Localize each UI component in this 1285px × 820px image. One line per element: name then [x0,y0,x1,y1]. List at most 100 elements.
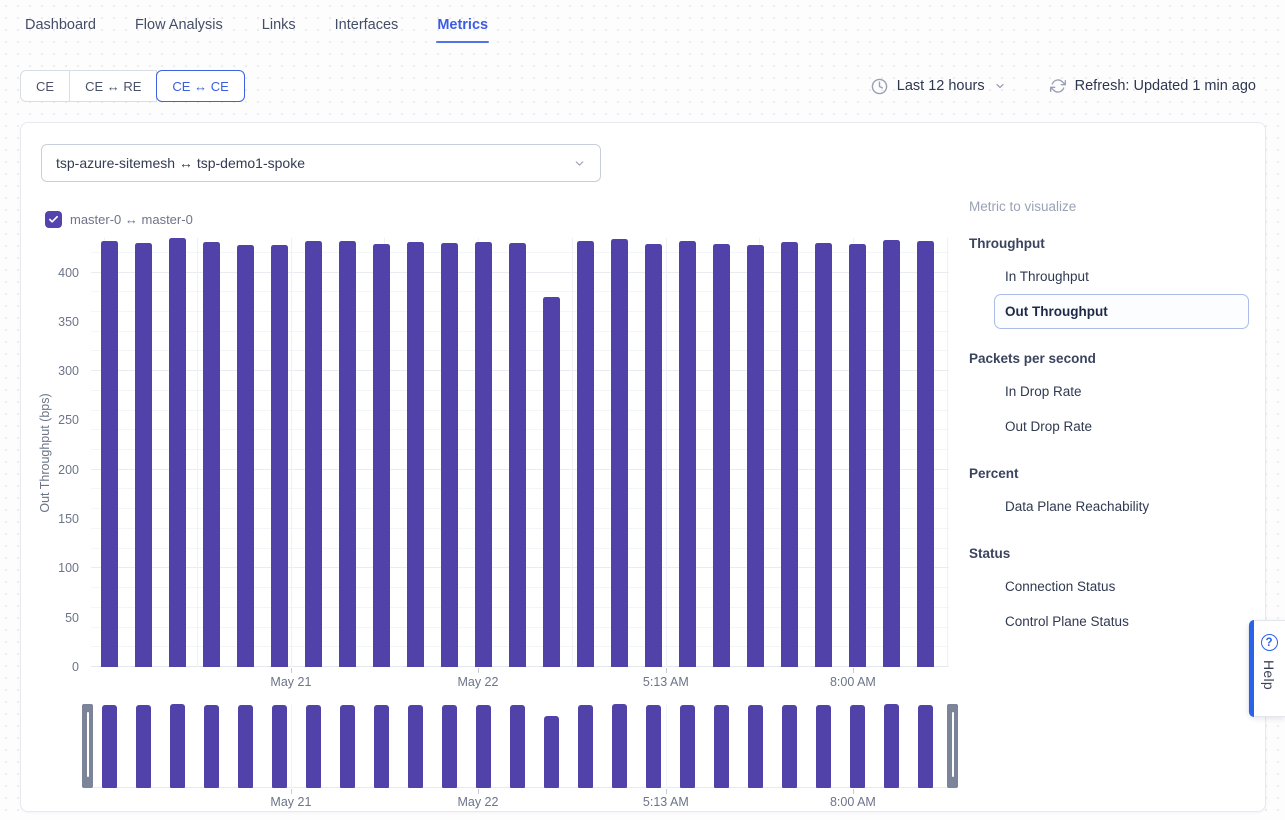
y-tick-label: 350 [58,315,79,329]
brush-bar [816,705,831,788]
y-tick-label: 300 [58,364,79,378]
checkbox-checked-icon[interactable] [45,211,62,228]
brush-gridline [666,704,667,788]
throughput-bar[interactable] [271,245,288,667]
nav-item-flow-analysis[interactable]: Flow Analysis [134,2,224,46]
y-tick-label: 100 [58,561,79,575]
metric-group-header: Status [969,546,1249,561]
brush-tick-label: 8:00 AM [830,795,876,809]
brush-tick-label: May 21 [270,795,311,809]
question-mark-icon: ? [1261,634,1278,651]
throughput-bar[interactable] [543,297,560,667]
throughput-bar[interactable] [815,243,832,667]
view-mode-tabs: CECE ↔ RECE ↔ CE [20,70,245,102]
throughput-bar[interactable] [101,241,118,667]
throughput-bar[interactable] [305,241,322,667]
brush-gridline [291,704,292,788]
brush-bar [306,705,321,788]
metric-sidebar: Metric to visualize Throughput In Through… [969,199,1249,639]
metric-item-connection-status[interactable]: Connection Status [994,569,1249,604]
brush-bar [782,705,797,788]
connection-pair-value: tsp-azure-sitemesh ↔ tsp-demo1-spoke [56,155,305,171]
time-range-dropdown[interactable]: Last 12 hours [871,78,1006,95]
time-range-label: Last 12 hours [897,78,985,94]
time-brush-chart[interactable] [91,704,949,788]
throughput-bar-chart[interactable] [91,238,949,667]
refresh-button[interactable]: Refresh: Updated 1 min ago [1050,78,1256,94]
throughput-bar[interactable] [237,245,254,667]
sidebar-title: Metric to visualize [969,199,1249,214]
y-axis: 050100150200250300350400 [21,238,83,667]
y-tick-label: 0 [72,660,79,674]
brush-tick-label: May 22 [457,795,498,809]
brush-bar [204,705,219,788]
metric-item-data-plane-reachability[interactable]: Data Plane Reachability [994,489,1249,524]
brush-bar [884,704,899,788]
view-tab-ce-ce[interactable]: CE ↔ CE [156,70,244,102]
x-tick-mark [291,668,292,673]
throughput-bar[interactable] [509,243,526,667]
throughput-bar[interactable] [781,242,798,667]
throughput-bar[interactable] [475,242,492,667]
metric-group-percent: PercentData Plane Reachability [969,466,1249,524]
brush-bar [612,704,627,788]
throughput-bar[interactable] [679,241,696,667]
chevron-down-icon [573,157,586,170]
throughput-bar[interactable] [339,241,356,667]
brush-handle-right[interactable] [947,704,958,788]
y-tick-label: 400 [58,266,79,280]
throughput-bar[interactable] [203,242,220,667]
metric-group-header: Throughput [969,236,1249,251]
gridline-vertical [197,238,198,667]
brush-bar [374,705,389,788]
series-legend-label: master-0 ↔ master-0 [70,212,193,227]
refresh-icon [1050,78,1066,94]
brush-bar [578,705,593,788]
brush-bar [510,705,525,788]
throughput-bar[interactable] [169,238,186,667]
y-tick-label: 150 [58,512,79,526]
brush-bar [238,705,253,788]
view-tab-ce[interactable]: CE [20,70,70,102]
metric-item-in-throughput[interactable]: In Throughput [994,259,1249,294]
brush-bar [170,704,185,788]
metric-item-in-drop-rate[interactable]: In Drop Rate [994,374,1249,409]
throughput-bar[interactable] [407,242,424,667]
throughput-bar[interactable] [747,245,764,667]
throughput-bar[interactable] [849,244,866,667]
brush-tick-mark [478,789,479,794]
brush-handle-left[interactable] [82,704,93,788]
help-button[interactable]: ? Help [1248,620,1285,717]
gridline-vertical [666,238,667,667]
throughput-bar[interactable] [135,243,152,667]
nav-item-interfaces[interactable]: Interfaces [334,2,400,46]
gridline-vertical [947,238,948,667]
connection-pair-select[interactable]: tsp-azure-sitemesh ↔ tsp-demo1-spoke [41,144,601,182]
throughput-bar[interactable] [883,240,900,667]
series-legend-toggle[interactable]: master-0 ↔ master-0 [45,211,193,228]
throughput-bar[interactable] [441,243,458,667]
nav-item-links[interactable]: Links [261,2,297,46]
throughput-bar[interactable] [577,241,594,667]
brush-bar [680,705,695,788]
throughput-bar[interactable] [917,241,934,667]
nav-item-metrics[interactable]: Metrics [436,2,489,46]
x-tick-mark [478,668,479,673]
x-tick-mark [853,668,854,673]
metrics-panel: tsp-azure-sitemesh ↔ tsp-demo1-spoke mas… [20,122,1266,812]
throughput-bar[interactable] [645,244,662,667]
top-navigation: Dashboard Flow Analysis Links Interfaces Met… [24,0,489,48]
metric-item-out-drop-rate[interactable]: Out Drop Rate [994,409,1249,444]
metric-item-out-throughput[interactable]: Out Throughput [994,294,1249,329]
throughput-bar[interactable] [713,244,730,667]
throughput-bar[interactable] [373,244,390,667]
throughput-bar[interactable] [611,239,628,667]
metric-item-control-plane-status[interactable]: Control Plane Status [994,604,1249,639]
brush-bar [918,705,933,788]
view-tab-ce-re[interactable]: CE ↔ RE [69,70,157,102]
metric-group-throughput: Throughput In ThroughputOut Throughput [969,236,1249,329]
x-tick-label: 8:00 AM [830,675,876,689]
chevron-down-icon [994,80,1006,92]
nav-item-dashboard[interactable]: Dashboard [24,2,97,46]
brush-bar [850,705,865,788]
